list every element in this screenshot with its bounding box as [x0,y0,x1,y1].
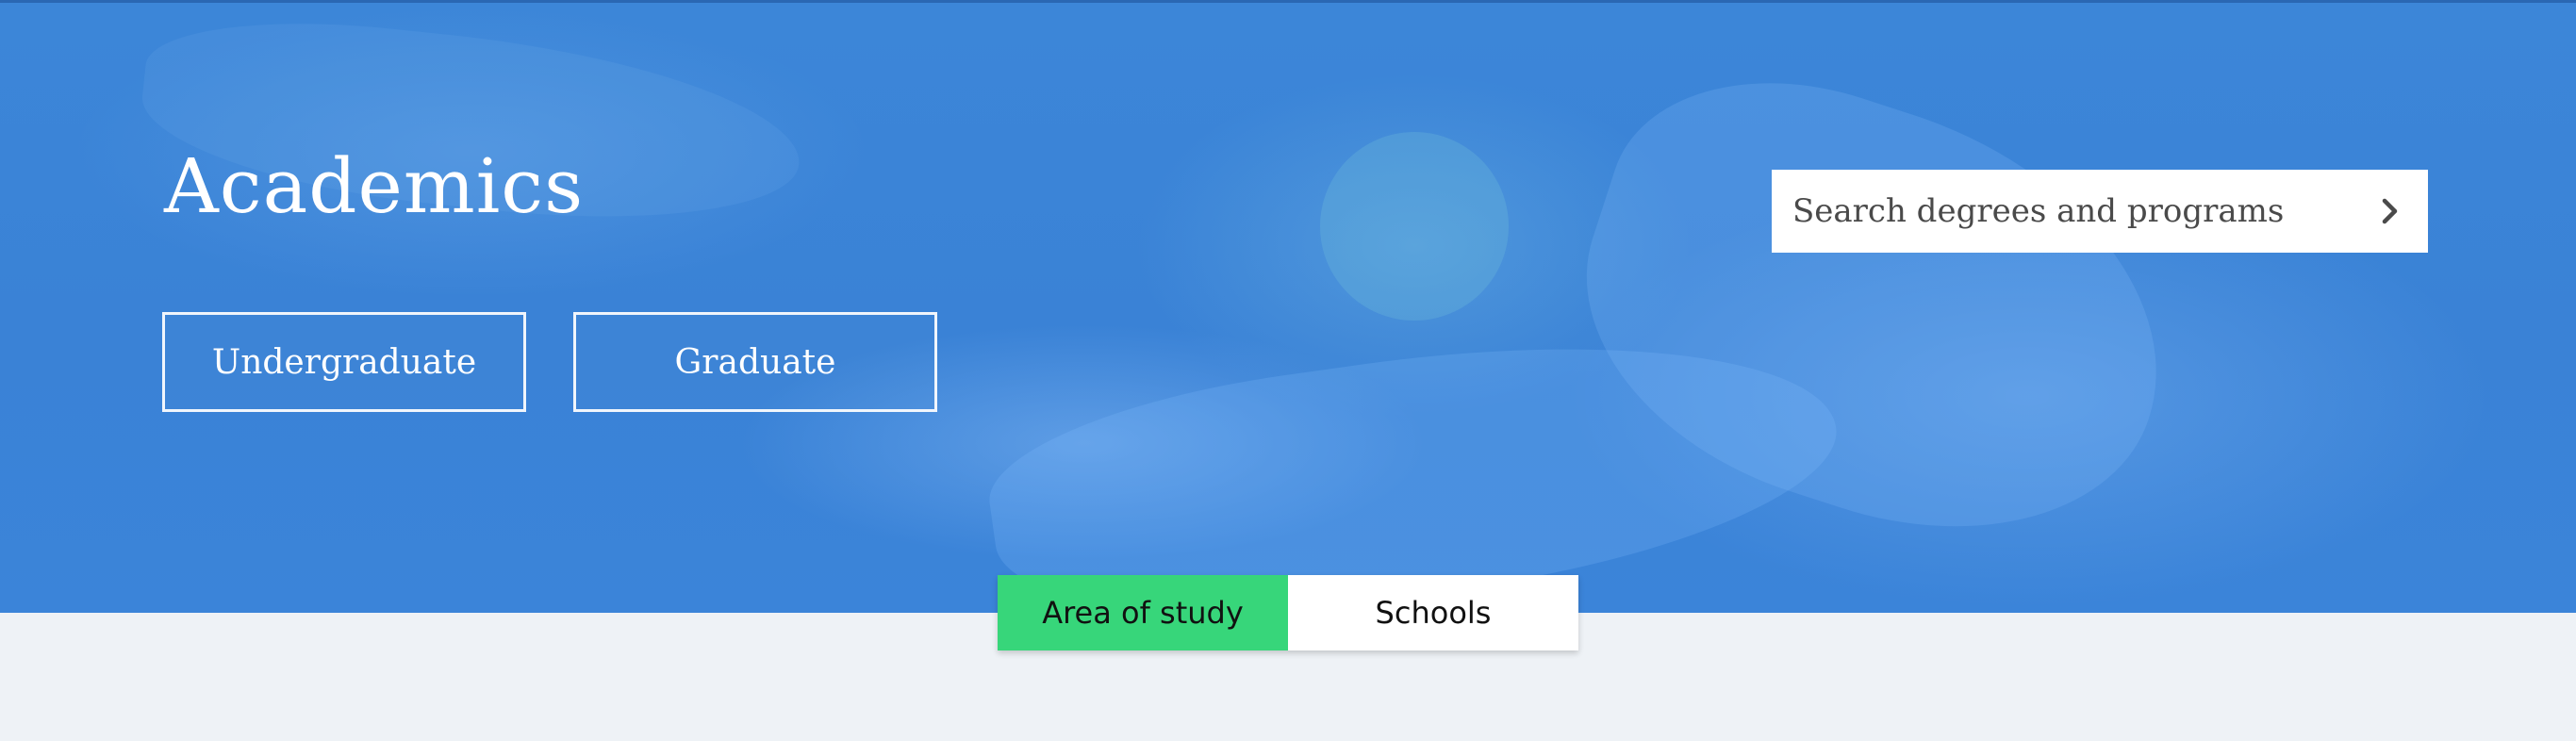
page-title: Academics [164,142,585,230]
program-search [1772,170,2428,253]
background-photo-shape [1320,132,1509,321]
undergraduate-button[interactable]: Undergraduate [162,312,526,412]
hero-banner: Academics Undergraduate Graduate [0,0,2576,613]
graduate-button[interactable]: Graduate [573,312,937,412]
search-submit-button[interactable] [2353,170,2428,253]
search-input[interactable] [1772,170,2353,253]
browse-tabs: Area of study Schools [998,575,1578,650]
top-border [0,0,2576,3]
tab-area-of-study[interactable]: Area of study [998,575,1288,650]
tab-schools[interactable]: Schools [1288,575,1578,650]
chevron-right-icon [2382,198,2398,224]
